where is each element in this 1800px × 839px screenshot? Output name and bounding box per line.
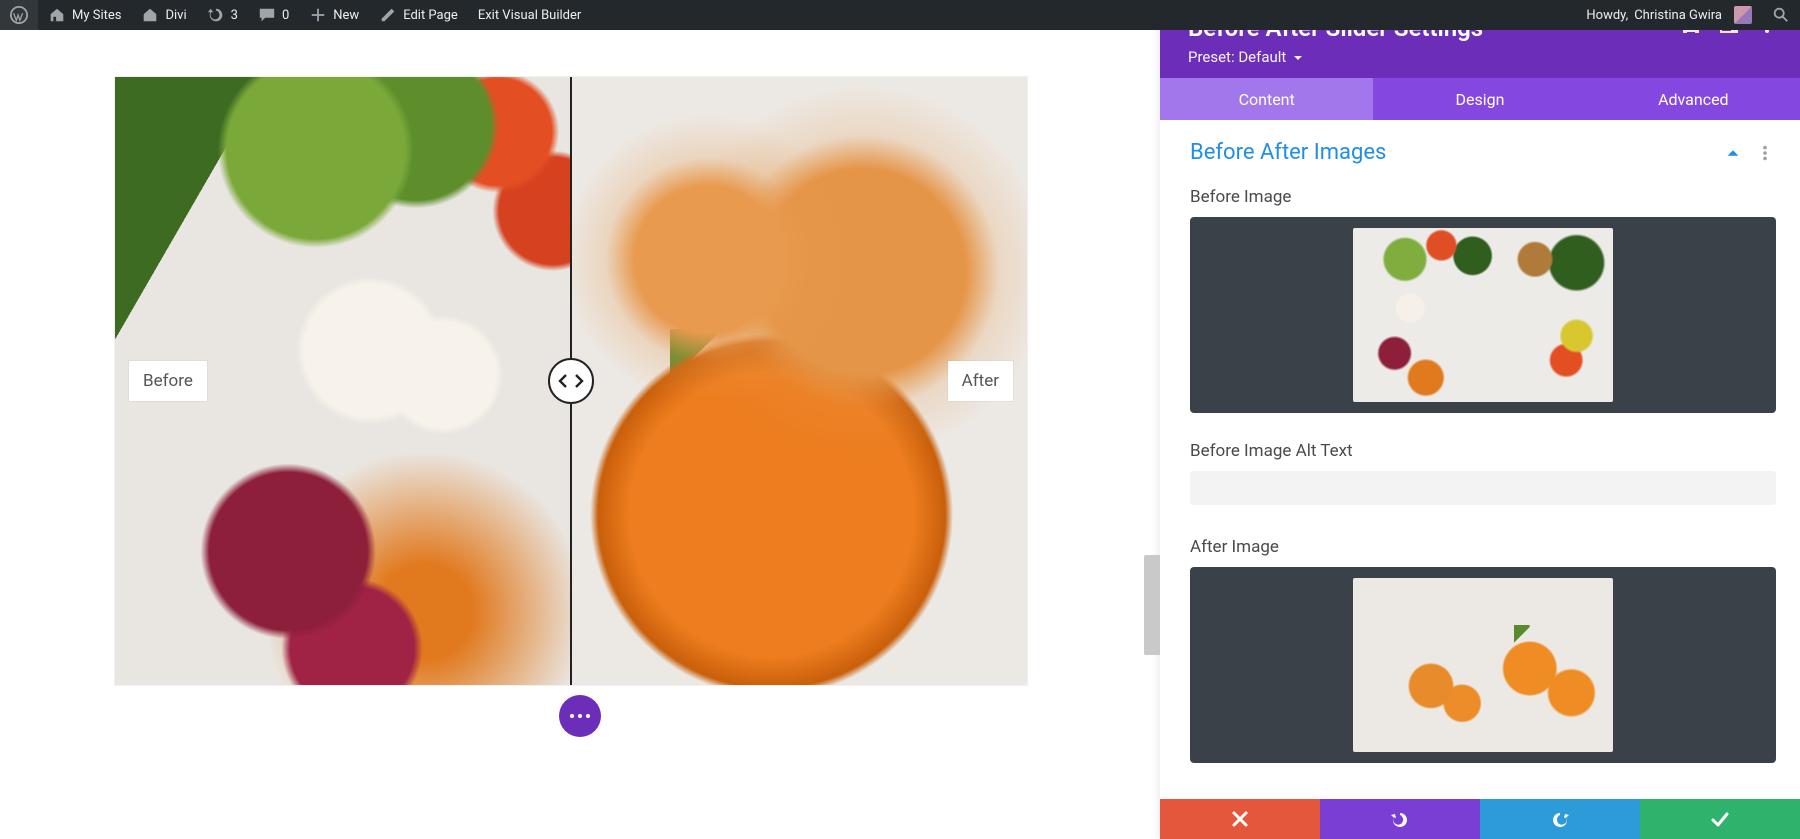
panel-action-bar	[1160, 799, 1800, 839]
howdy-user[interactable]: Howdy, Christina Gwira	[1576, 0, 1762, 30]
redo-button[interactable]	[1480, 799, 1640, 839]
after-image-well[interactable]	[1190, 567, 1776, 763]
search-toggle[interactable]	[1762, 0, 1800, 30]
tab-design[interactable]: Design	[1373, 78, 1586, 120]
panel-body: Before After Images Before Image Before …	[1160, 120, 1800, 799]
section-title: Before After Images	[1190, 140, 1712, 165]
section-collapse-toggle[interactable]	[1724, 143, 1744, 163]
edit-page-link[interactable]: Edit Page	[369, 0, 468, 30]
wp-logo[interactable]	[0, 0, 38, 30]
module-actions-fab[interactable]	[559, 695, 601, 737]
exit-visual-builder-link[interactable]: Exit Visual Builder	[468, 0, 591, 30]
edit-page-label: Edit Page	[403, 8, 458, 23]
panel-tabs: Content Design Advanced	[1160, 78, 1800, 120]
site-name: Divi	[165, 8, 186, 23]
undo-icon	[1390, 809, 1410, 829]
settings-panel: Before After Slider Settings Preset: Def…	[1160, 0, 1800, 839]
cancel-button[interactable]	[1160, 799, 1320, 839]
undo-button[interactable]	[1320, 799, 1480, 839]
comments-count: 0	[282, 8, 289, 23]
before-alt-field-label: Before Image Alt Text	[1190, 441, 1776, 461]
chevron-up-icon	[1724, 144, 1742, 162]
chevron-down-icon	[1292, 52, 1304, 64]
before-image-well[interactable]	[1190, 217, 1776, 413]
after-image-field-label: After Image	[1190, 537, 1776, 557]
before-alt-input[interactable]	[1190, 471, 1776, 505]
before-label: Before	[129, 361, 207, 401]
tab-advanced[interactable]: Advanced	[1587, 78, 1800, 120]
site-link[interactable]: Divi	[131, 0, 196, 30]
new-label: New	[333, 8, 359, 23]
section-more-button[interactable]	[1756, 143, 1776, 163]
exit-vb-label: Exit Visual Builder	[478, 8, 581, 23]
after-image-thumb	[1353, 578, 1613, 752]
my-sites-label: My Sites	[72, 8, 121, 23]
drag-horizontal-icon	[557, 371, 585, 391]
after-label: After	[948, 361, 1013, 401]
more-vertical-icon	[1756, 144, 1774, 162]
howdy-username: Christina Gwira	[1634, 8, 1722, 23]
redo-icon	[1550, 809, 1570, 829]
check-icon	[1710, 809, 1730, 829]
close-icon	[1230, 809, 1250, 829]
editor-canvas: Before After	[0, 30, 1160, 839]
wp-admin-bar: My Sites Divi 3 0 New Edit Page Exit Vis…	[0, 0, 1800, 30]
updates-link[interactable]: 3	[197, 0, 248, 30]
my-sites-link[interactable]: My Sites	[38, 0, 131, 30]
slider-handle[interactable]	[548, 358, 594, 404]
before-after-module[interactable]: Before After	[114, 76, 1028, 686]
updates-count: 3	[231, 8, 238, 23]
save-button[interactable]	[1640, 799, 1800, 839]
before-image-thumb	[1353, 228, 1613, 402]
new-link[interactable]: New	[299, 0, 369, 30]
section-before-after-images[interactable]: Before After Images	[1190, 134, 1776, 181]
preset-label: Preset: Default	[1188, 48, 1286, 66]
preset-selector[interactable]: Preset: Default	[1188, 48, 1664, 66]
avatar	[1734, 6, 1752, 24]
search-icon	[1772, 6, 1790, 24]
before-image-field-label: Before Image	[1190, 187, 1776, 207]
comments-link[interactable]: 0	[248, 0, 299, 30]
panel-drag-handle[interactable]	[1144, 555, 1160, 655]
tab-content[interactable]: Content	[1160, 78, 1373, 120]
howdy-prefix: Howdy,	[1586, 8, 1628, 23]
